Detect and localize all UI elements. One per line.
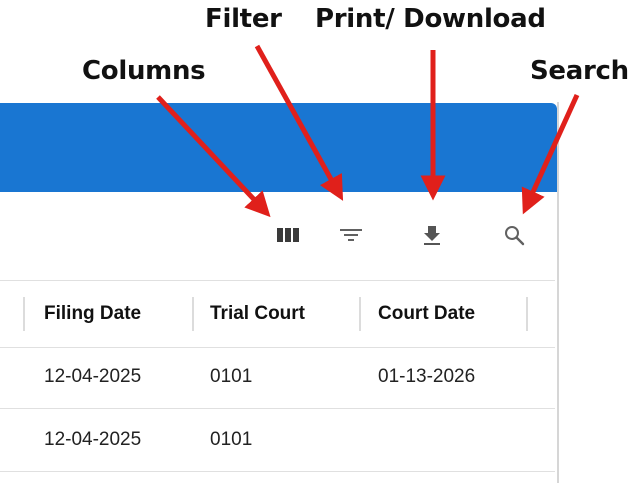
column-separator[interactable] — [526, 297, 528, 331]
view-columns-button[interactable] — [272, 219, 304, 251]
search-button[interactable] — [498, 219, 530, 251]
table-row[interactable]: 12-04-2025 0101 — [0, 409, 555, 472]
column-separator[interactable] — [23, 297, 25, 331]
column-header-trial-court[interactable]: Trial Court — [210, 281, 305, 347]
column-header-court-date[interactable]: Court Date — [378, 281, 475, 347]
column-separator[interactable] — [192, 297, 194, 331]
callout-search: Search — [530, 56, 629, 86]
table-row[interactable]: 12-04-2025 0101 01-13-2026 — [0, 346, 555, 409]
cell-court-date: 01-13-2026 — [378, 366, 476, 387]
view-column-icon — [277, 228, 299, 242]
callout-columns: Columns — [82, 56, 206, 86]
download-button[interactable] — [416, 219, 448, 251]
column-header-filing-date[interactable]: Filing Date — [44, 281, 141, 347]
table-title-bar — [0, 103, 557, 192]
table-header-row: Filing Date Trial Court Court Date — [0, 280, 555, 348]
download-icon — [424, 226, 440, 245]
cell-trial-court: 0101 — [210, 429, 253, 450]
filter-button[interactable] — [335, 219, 367, 251]
search-icon — [505, 226, 525, 246]
cell-filing-date: 12-04-2025 — [44, 366, 142, 387]
filter-list-icon — [340, 229, 362, 241]
cell-filing-date: 12-04-2025 — [44, 429, 142, 450]
callout-filter: Filter — [205, 4, 282, 34]
cell-trial-court: 0101 — [210, 366, 253, 387]
column-separator[interactable] — [359, 297, 361, 331]
callout-print-download: Print/ Download — [315, 4, 546, 34]
